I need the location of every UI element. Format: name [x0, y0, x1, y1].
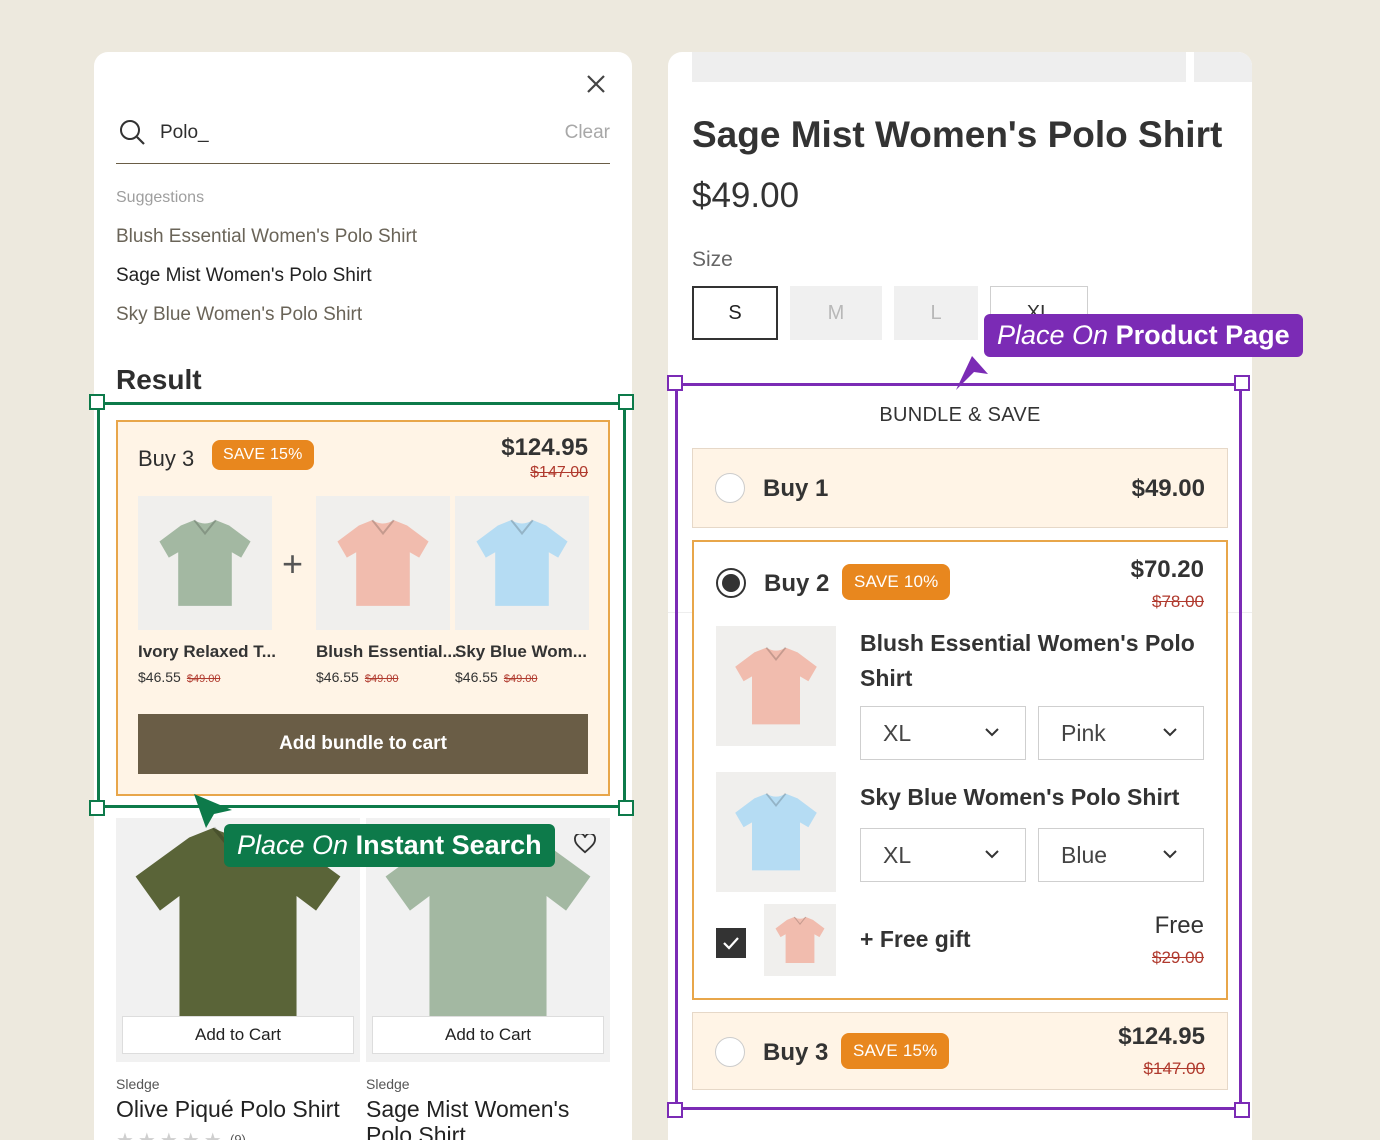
product-price: $49.00	[692, 176, 800, 215]
product-title: Sage Mist Women's Polo Shirt	[692, 114, 1223, 155]
star-rating-icon: ★★★★★	[116, 1128, 226, 1140]
add-to-cart-button[interactable]: Add to Cart	[122, 1016, 354, 1054]
search-input[interactable]: Polo_	[160, 122, 209, 144]
resize-handle	[667, 1102, 683, 1118]
resize-handle	[618, 800, 634, 816]
result-heading: Result	[116, 364, 202, 395]
add-to-cart-button[interactable]: Add to Cart	[372, 1016, 604, 1054]
product-page-frame	[675, 383, 1242, 1110]
size-option-m[interactable]: M	[790, 286, 882, 340]
resize-handle	[618, 394, 634, 410]
suggestion-item-active[interactable]: Sage Mist Women's Polo Shirt	[116, 265, 372, 287]
close-icon[interactable]	[582, 70, 610, 98]
instant-search-frame	[97, 402, 626, 808]
suggestion-item[interactable]: Blush Essential Women's Polo Shirt	[116, 226, 417, 248]
product-vendor: Sledge	[116, 1076, 160, 1092]
suggestion-item[interactable]: Sky Blue Women's Polo Shirt	[116, 304, 362, 326]
resize-handle	[1234, 375, 1250, 391]
resize-handle	[1234, 1102, 1250, 1118]
resize-handle	[89, 394, 105, 410]
rating-count: (9)	[230, 1132, 246, 1140]
size-option-s[interactable]: S	[692, 286, 778, 340]
heart-icon[interactable]	[574, 832, 596, 859]
instant-search-label: Place On Instant Search	[224, 824, 555, 867]
product-title[interactable]: Sage Mist Women's Polo Shirt	[366, 1096, 610, 1140]
search-bar: Polo_ Clear	[116, 114, 610, 164]
product-page-label: Place On Product Page	[984, 314, 1303, 357]
size-label: Size	[692, 248, 733, 271]
product-title[interactable]: Olive Piqué Polo Shirt	[116, 1096, 360, 1122]
gallery-image[interactable]	[692, 52, 1186, 82]
search-icon	[118, 118, 146, 146]
clear-button[interactable]: Clear	[565, 122, 610, 144]
size-option-l[interactable]: L	[894, 286, 978, 340]
gallery-image[interactable]	[1194, 52, 1252, 82]
product-vendor: Sledge	[366, 1076, 410, 1092]
cursor-icon	[956, 356, 988, 390]
suggestions-heading: Suggestions	[116, 189, 205, 206]
resize-handle	[667, 375, 683, 391]
resize-handle	[89, 800, 105, 816]
